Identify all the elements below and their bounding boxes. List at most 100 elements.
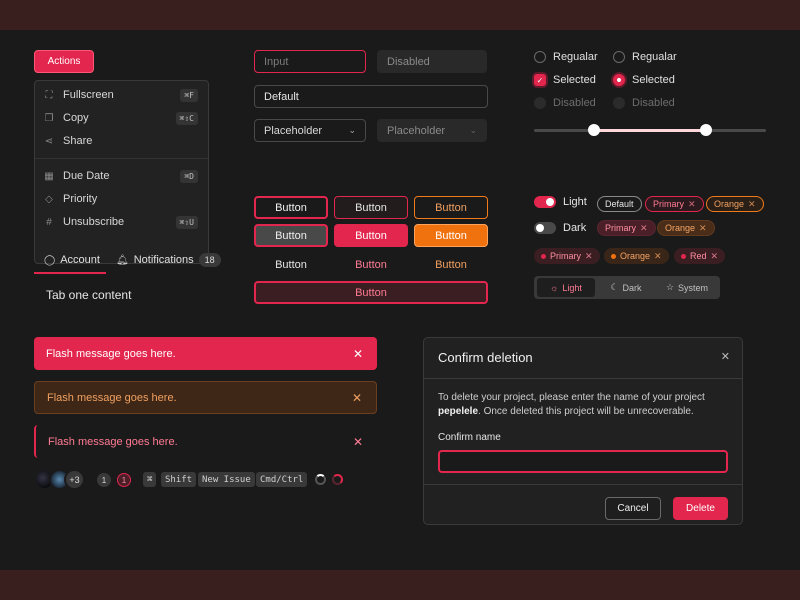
radio-regular[interactable]: Regualar [613,51,677,63]
text-input-disabled: Disabled [377,50,487,73]
user-icon: ◯ [44,254,56,266]
segment-label: System [678,282,709,293]
text-input-default[interactable]: Default [254,85,488,108]
tag-label: Red [690,251,707,261]
button-primary[interactable]: Button [334,224,408,247]
tag-label: Orange [620,251,651,261]
checkbox-selected[interactable]: ✓ Selected [534,74,596,86]
slider-thumb-min[interactable] [588,124,601,136]
button-ghost-primary[interactable]: Button [334,253,408,276]
component-showcase: Actions ⛶ Fullscreen ⌘F ❐ Copy ⌘⇧C ⋖ Sha… [0,30,800,570]
actions-button[interactable]: Actions [34,50,94,73]
close-icon[interactable]: ✕ [711,251,719,262]
button-ghost-orange[interactable]: Button [414,253,488,276]
button-outline-secondary[interactable]: Button [334,196,408,219]
button-ghost[interactable]: Button [254,253,328,276]
flash-text: Flash message goes here. [48,435,178,448]
segment-light[interactable]: ☼ Light [537,278,595,297]
shortcut-hint: ⌘⇧C [175,111,198,125]
select-dropdown[interactable]: Placeholder ⌄ [254,119,366,142]
radio-label: Disabled [632,97,675,109]
flash-message-warning: Flash message goes here. ✕ [34,381,377,414]
tag-orange-filled: Orange ✕ [657,220,715,236]
tag-label: Orange [665,223,696,233]
kbd-command: ⌘ [143,472,157,487]
button-outline-orange[interactable]: Button [414,196,488,219]
loading-spinner [315,474,326,485]
menu-item-fullscreen[interactable]: ⛶ Fullscreen ⌘F [35,84,208,106]
slider-range-fill [594,129,706,132]
flash-text: Flash message goes here. [47,391,177,404]
menu-item-label: Copy [63,112,89,124]
copy-icon: ❐ [44,112,54,124]
delete-button[interactable]: Delete [673,497,728,520]
tag-label: Default [605,199,634,209]
loading-spinner-primary [332,474,343,485]
menu-item-label: Share [63,135,93,147]
switch-on [534,196,556,208]
tab-panel-content: Tab one content [46,288,132,302]
tab-notifications[interactable]: 🔔︎ Notifications 18 [116,248,221,272]
close-icon[interactable]: ✕ [688,199,696,210]
star-icon: ☆ [665,282,675,292]
button-outline-primary[interactable]: Button [254,196,328,219]
checkbox-regular[interactable]: Regualar [534,51,598,63]
close-icon[interactable]: ✕ [721,350,730,363]
theme-segmented-control: ☼ Light ☾ Dark ☆ System [534,276,720,299]
confirm-name-input[interactable] [438,450,728,473]
hash-icon: # [46,216,52,228]
count-badge-primary: 1 [117,473,131,487]
tag-default: Default [597,196,642,212]
segment-dark[interactable]: ☾ Dark [597,278,655,297]
toggle-dark[interactable]: Dark [534,222,586,234]
tab-account[interactable]: ◯ Account [44,248,100,272]
close-icon[interactable]: ✕ [353,435,363,449]
avatar-overflow-count[interactable]: +3 [64,469,85,490]
menu-item-label: Unsubscribe [63,216,125,228]
tag-label: Primary [605,223,636,233]
close-icon[interactable]: ✕ [585,251,593,262]
close-icon[interactable]: ✕ [352,391,362,405]
button-neutral[interactable]: Button [254,224,328,247]
radio-selected[interactable]: Selected [613,74,675,86]
checkbox-label: Selected [553,74,596,86]
menu-item-share[interactable]: ⋖ Share [35,130,208,152]
checkbox-box [534,97,546,109]
button-orange[interactable]: Button [414,224,488,247]
menu-item-label: Fullscreen [63,89,114,101]
tag-orange-dot: Orange ✕ [604,248,669,264]
flash-message-error: Flash message goes here. ✕ [34,337,377,370]
tag-primary-outline: Primary ✕ [645,196,704,212]
cancel-button[interactable]: Cancel [605,497,661,520]
menu-item-copy[interactable]: ❐ Copy ⌘⇧C [35,107,208,129]
radio-label: Regualar [632,51,677,63]
close-icon[interactable]: ✕ [353,347,363,361]
menu-divider [35,158,208,159]
menu-item-due-date[interactable]: ▦ Due Date ⌘D [35,165,208,187]
toggle-light[interactable]: Light [534,196,587,208]
status-dot [611,253,616,259]
button-full-width[interactable]: Button [254,281,488,304]
range-slider[interactable] [534,124,766,136]
count-badge: 1 [97,473,111,487]
slider-thumb-max[interactable] [699,124,712,136]
menu-item-unsubscribe[interactable]: # Unsubscribe ⌘⇧U [35,211,208,233]
tag-label: Primary [653,199,684,209]
kbd-cmd-ctrl: Cmd/Ctrl [256,472,308,487]
menu-item-priority[interactable]: ◇ Priority [35,188,208,210]
select-placeholder: Placeholder [264,124,323,137]
close-icon[interactable]: ✕ [748,199,756,210]
close-icon[interactable]: ✕ [654,251,662,262]
description-text: To delete your project, please enter the… [438,392,705,403]
segment-system[interactable]: ☆ System [657,278,717,297]
menu-item-label: Due Date [63,170,110,182]
text-input-focused[interactable]: Input [254,50,366,73]
close-icon[interactable]: ✕ [640,223,648,234]
tag-icon: ◇ [45,193,53,205]
radio-circle [613,97,625,109]
select-dropdown-disabled: Placeholder ⌄ [377,119,487,142]
menu-item-label: Priority [63,193,98,205]
share-icon: ⋖ [44,135,54,147]
sun-icon: ☼ [550,282,559,293]
close-icon[interactable]: ✕ [699,223,707,234]
